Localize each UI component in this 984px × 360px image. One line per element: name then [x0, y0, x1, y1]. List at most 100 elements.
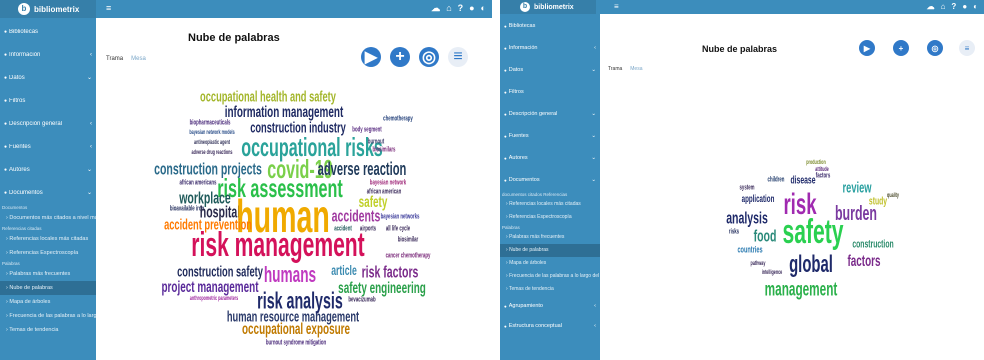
sidebar-item-documentos[interactable]: ● Documentos ⌄	[0, 181, 96, 204]
sidebar-item-label: Descripción general	[9, 120, 63, 127]
gear-icon: ◎	[931, 43, 939, 53]
sidebar-subitem-label: Nube de palabras	[509, 247, 549, 253]
sidebar-item-autores[interactable]: ● Autores ⌄	[0, 158, 96, 181]
sidebar-subitem-referencias-espectroscopia[interactable]: › Referencias Espectroscopía	[0, 246, 96, 260]
sidebar-subitem-label: Referencias Espectroscopía	[9, 250, 79, 256]
sidebar-item-label: Bibliotecas	[508, 23, 536, 29]
sidebar-item-documentos[interactable]: ● Documentos ⌄	[500, 169, 600, 191]
add-button[interactable]: +	[390, 47, 410, 67]
cloud-word: countries	[737, 244, 763, 255]
sidebar-item-datos[interactable]: ● Datos ⌄	[500, 59, 600, 81]
sidebar-subitem-palabras-mas-frecuentes[interactable]: › Palabras más frecuentes	[500, 231, 600, 244]
help-icon[interactable]: ?	[458, 3, 464, 14]
menu-toggle-icon[interactable]: ≡	[106, 3, 111, 13]
chevron-icon: ‹	[90, 143, 92, 150]
sidebar-item-icon: ●	[504, 323, 507, 329]
cloud-word: review	[842, 179, 872, 197]
save-icon[interactable]: ⌂	[446, 3, 451, 14]
sidebar-item-label: Agrupamiento	[508, 303, 543, 309]
sidebar-item-label: Fuentes	[508, 133, 529, 139]
sidebar-item-icon: ●	[4, 74, 8, 81]
cloud-word: cancer chemotherapy	[385, 252, 431, 260]
chevron-icon: ‹	[594, 323, 596, 329]
sidebar-item-estructura-conceptual[interactable]: ● Estructura conceptual ‹	[500, 316, 600, 336]
cloud-icon[interactable]: ☁	[927, 2, 935, 11]
sidebar-item-autores[interactable]: ● Autores ⌄	[500, 147, 600, 169]
sidebar-item-informacion[interactable]: ● Información ‹	[0, 43, 96, 66]
sidebar-subitem-label: Palabras más frecuentes	[9, 271, 71, 277]
cloud-word: safety	[782, 213, 844, 251]
sidebar-subitem-referencias-locales-mas-citadas[interactable]: › Referencias locales más citadas	[500, 198, 600, 211]
sidebar-subitem-temas-de-tendencia[interactable]: › Temas de tendencia	[0, 323, 96, 337]
sidebar-subitem-label: Frecuencia de las palabras a lo largo de…	[509, 273, 600, 279]
tab-table[interactable]: Mesa	[630, 66, 642, 72]
sidebar-item-filtros[interactable]: ● Filtros	[500, 81, 600, 103]
sidebar-item-datos[interactable]: ● Datos ⌄	[0, 66, 96, 89]
sidebar-item-icon: ●	[4, 51, 8, 58]
sidebar-item-label: Documentos	[508, 177, 540, 183]
cloud-word: burnout syndrome mitigation	[265, 339, 327, 347]
comment-icon[interactable]: ●	[469, 3, 474, 14]
run-button[interactable]: ▶	[361, 47, 381, 67]
sidebar-item-fuentes[interactable]: ● Fuentes ⌄	[500, 125, 600, 147]
cloud-word: factors	[847, 253, 881, 270]
sidebar-item-agrupamiento[interactable]: ● Agrupamiento ‹	[500, 296, 600, 316]
bibliometrix-logo-icon: b	[18, 3, 30, 15]
top-navbar: b bibliometrix ≡ ☁ ⌂ ? ● ◐	[500, 0, 984, 14]
settings-button[interactable]: ◎	[419, 47, 439, 67]
options-button[interactable]: ≡	[448, 47, 468, 67]
cloud-word: accidents	[331, 206, 381, 226]
sidebar-item-label: Fuentes	[9, 143, 31, 150]
sidebar-subitem-palabras-mas-frecuentes[interactable]: › Palabras más frecuentes	[0, 267, 96, 281]
cloud-word: intelligence	[761, 270, 783, 276]
info-icon[interactable]: ◐	[973, 2, 978, 11]
sidebar-subitem-documentos-mas-citados-a-nivel-mundial[interactable]: › Documentos más citados a nivel mundial	[0, 211, 96, 225]
sidebar-item-bibliotecas[interactable]: ● Bibliotecas	[500, 15, 600, 37]
cloud-word: risk factors	[361, 262, 419, 282]
page-title: Nube de palabras	[702, 44, 778, 54]
tab-table[interactable]: Mesa	[131, 56, 146, 62]
sidebar-item-label: Filtros	[508, 89, 524, 95]
app-name: bibliometrix	[534, 3, 574, 11]
add-button[interactable]: +	[893, 40, 909, 56]
tab-plot[interactable]: Trama	[608, 66, 622, 72]
chevron-icon: ‹	[594, 303, 596, 309]
sidebar-subitem-label: Mapa de árboles	[9, 299, 51, 305]
sidebar-subitem-mapa-de-arboles[interactable]: › Mapa de árboles	[0, 295, 96, 309]
tab-plot[interactable]: Trama	[106, 56, 123, 62]
sidebar-subitem-label: Palabras más frecuentes	[509, 234, 565, 240]
sidebar-subitem-frecuencia-de-las-palabras-a-lo-largo-del-tiempo[interactable]: › Frecuencia de las palabras a lo largo …	[500, 270, 600, 283]
sidebar-subitem-nube-de-palabras[interactable]: › Nube de palabras	[500, 244, 600, 257]
cloud-icon[interactable]: ☁	[431, 3, 440, 14]
sidebar-item-filtros[interactable]: ● Filtros	[0, 89, 96, 112]
sidebar-subitem-temas-de-tendencia[interactable]: › Temas de tendencia	[500, 283, 600, 296]
sidebar-subitem-mapa-de-arboles[interactable]: › Mapa de árboles	[500, 257, 600, 270]
sidebar-subitem-frecuencia-de-las-palabras-a-lo-largo-del-tiempo[interactable]: › Frecuencia de las palabras a lo largo …	[0, 309, 96, 323]
sidebar-subitem-label: Temas de tendencia	[508, 286, 554, 292]
sidebar-subitem-referencias-espectroscopia[interactable]: › Referencias Espectroscopía	[500, 211, 600, 224]
cloud-word: bevacizumab	[348, 296, 376, 304]
info-icon[interactable]: ◐	[481, 3, 486, 14]
brand[interactable]: b bibliometrix	[0, 0, 96, 18]
sidebar-subitem-nube-de-palabras[interactable]: › Nube de palabras	[0, 281, 96, 295]
cloud-word: construction safety	[177, 263, 263, 281]
run-button[interactable]: ▶	[859, 40, 875, 56]
comment-icon[interactable]: ●	[962, 2, 967, 11]
sidebar-item-informacion[interactable]: ● Información ‹	[500, 37, 600, 59]
cloud-word: bayesian networks	[380, 213, 420, 221]
sidebar-item-descripcion-general[interactable]: ● Descripción general ⌄	[500, 103, 600, 125]
cloud-word: management	[764, 279, 838, 301]
sidebar-item-icon: ●	[504, 177, 507, 183]
cloud-word: bayesian network models	[189, 130, 235, 136]
brand[interactable]: b bibliometrix	[500, 0, 596, 14]
save-icon[interactable]: ⌂	[941, 2, 946, 11]
menu-toggle-icon[interactable]: ≡	[614, 2, 619, 11]
sidebar-item-bibliotecas[interactable]: ● Bibliotecas	[0, 20, 96, 43]
settings-button[interactable]: ◎	[927, 40, 943, 56]
sidebar-subitem-referencias-locales-mas-citadas[interactable]: › Referencias locales más citadas	[0, 232, 96, 246]
sidebar-item-descripcion-general[interactable]: ● Descripción general ‹	[0, 112, 96, 135]
options-button[interactable]: ≡	[959, 40, 975, 56]
help-icon[interactable]: ?	[951, 2, 956, 11]
sidebar-item-fuentes[interactable]: ● Fuentes ‹	[0, 135, 96, 158]
sidebar-section-documents: Documentos	[2, 205, 28, 210]
